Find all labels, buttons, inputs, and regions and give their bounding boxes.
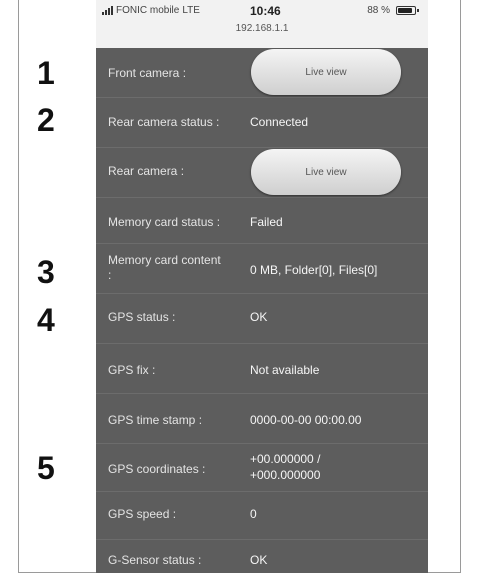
gps-speed-value: 0	[250, 507, 257, 521]
memory-card-content-value: 0 MB, Folder[0], Files[0]	[250, 263, 378, 277]
g-sensor-status-row: G-Sensor status : OK	[96, 540, 428, 573]
g-sensor-status-value: OK	[250, 553, 268, 567]
callout-4: 4	[37, 302, 55, 338]
device-status-panel: Front camera : Live view Rear camera sta…	[96, 48, 428, 573]
memory-card-status-row: Memory card status : Failed	[96, 198, 428, 244]
gps-time-stamp-label: GPS time stamp :	[108, 413, 203, 427]
front-camera-live-view-button[interactable]: Live view	[251, 49, 401, 95]
gps-status-row: GPS status : OK	[96, 294, 428, 344]
battery-info: 88 %	[367, 5, 419, 16]
rear-camera-status-row: Rear camera status : Connected	[96, 98, 428, 148]
rear-camera-status-value: Connected	[250, 115, 309, 129]
gps-speed-row: GPS speed : 0	[96, 492, 428, 540]
gps-fix-row: GPS fix : Not available	[96, 344, 428, 394]
memory-card-content-label: Memory card content :	[108, 253, 221, 282]
callout-5: 5	[37, 450, 55, 486]
rear-camera-live-view-button[interactable]: Live view	[251, 149, 401, 195]
gps-coordinates-value-line2: +000.000000	[250, 468, 321, 482]
gps-coordinates-row: GPS coordinates : +00.000000 / +000.0000…	[96, 444, 428, 492]
carrier-info: FONIC mobile LTE	[102, 5, 200, 16]
signal-strength-icon	[102, 6, 113, 15]
rear-camera-label: Rear camera :	[108, 164, 185, 178]
gps-coordinates-label: GPS coordinates :	[108, 462, 206, 476]
callout-1: 1	[37, 55, 55, 91]
gps-fix-value: Not available	[250, 363, 320, 377]
gps-coordinates-value-line1: +00.000000 /	[250, 452, 321, 466]
network-type: LTE	[182, 5, 200, 16]
status-bar: FONIC mobile LTE 10:46 192.168.1.1 88 %	[96, 0, 428, 49]
rear-camera-status-label: Rear camera status :	[108, 115, 220, 129]
callout-2: 2	[37, 102, 55, 138]
memory-card-content-row: Memory card content : 0 MB, Folder[0], F…	[96, 244, 428, 294]
carrier-name: FONIC mobile	[116, 5, 180, 16]
gps-speed-label: GPS speed :	[108, 507, 177, 521]
gps-time-stamp-row: GPS time stamp : 0000-00-00 00:00.00	[96, 394, 428, 444]
battery-fill	[398, 8, 413, 13]
gps-status-label: GPS status :	[108, 310, 176, 324]
memory-card-status-value: Failed	[250, 215, 283, 229]
front-camera-label: Front camera :	[108, 66, 187, 80]
gps-time-stamp-value: 0000-00-00 00:00.00	[250, 413, 362, 427]
front-camera-row: Front camera : Live view	[96, 48, 428, 98]
battery-icon	[396, 6, 419, 15]
gps-fix-label: GPS fix :	[108, 363, 156, 377]
g-sensor-status-label: G-Sensor status :	[108, 553, 202, 567]
callout-3: 3	[37, 254, 55, 290]
clock-time: 10:46	[250, 4, 281, 18]
battery-percent: 88 %	[367, 5, 390, 16]
ip-address: 192.168.1.1	[235, 23, 289, 34]
gps-status-value: OK	[250, 310, 268, 324]
memory-card-status-label: Memory card status :	[108, 215, 221, 229]
rear-camera-row: Rear camera : Live view	[96, 148, 428, 198]
